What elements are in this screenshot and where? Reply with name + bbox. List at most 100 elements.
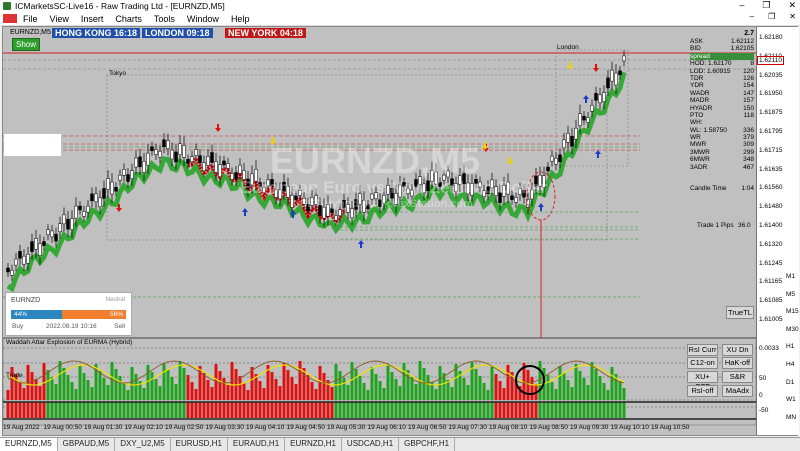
candle-body <box>170 149 174 160</box>
session-new-york: NEW YORK 04:18 <box>225 28 306 38</box>
time-axis-label: 19 Aug 06:50 <box>408 424 447 431</box>
histogram-bar-lower <box>254 402 258 418</box>
xu-plus-off-button[interactable]: XU+ OFF <box>687 371 718 391</box>
candle-body <box>62 214 66 225</box>
price-chart[interactable] <box>0 0 800 450</box>
candle-body <box>54 233 58 242</box>
histogram-bar-lower <box>378 402 382 418</box>
tokyo-box-label: Tokyo <box>109 70 126 77</box>
tab-gbpaud-m5[interactable]: GBPAUD,M5 <box>58 438 116 451</box>
histogram-bar-lower <box>582 402 586 418</box>
histogram-bar <box>242 383 246 400</box>
histogram-bar-lower <box>422 402 426 418</box>
tab-eurnzd-m5[interactable]: EURNZD,M5 <box>0 438 58 451</box>
candle-body <box>198 155 202 163</box>
candle-body <box>50 230 54 238</box>
tab-gbpchf-h1[interactable]: GBPCHF,H1 <box>399 438 456 451</box>
timeframe-d1[interactable]: D1 <box>786 379 794 386</box>
histogram-bar-lower <box>66 402 70 418</box>
histogram-bar <box>114 369 118 400</box>
histogram-bar <box>262 388 266 400</box>
info-row-key: 3MWR <box>690 148 710 156</box>
chart-symbol-label: EURNZD,M5 <box>10 29 51 36</box>
timeframe-h1[interactable]: H1 <box>786 343 794 350</box>
time-axis-label: 19 Aug 01:30 <box>84 424 123 431</box>
histogram-bar-lower <box>574 402 578 418</box>
histogram-bar <box>602 383 606 400</box>
timeframe-m1[interactable]: M1 <box>786 273 795 280</box>
timeframe-w1[interactable]: W1 <box>786 396 796 403</box>
hak-off-button[interactable]: HaK-off <box>722 357 753 369</box>
histogram-bar <box>106 385 110 400</box>
histogram-bar <box>506 365 510 400</box>
tab-eurusd-h1[interactable]: EURUSD,H1 <box>171 438 228 451</box>
candle-body <box>222 160 226 166</box>
histogram-bar-lower <box>266 402 270 418</box>
histogram-bar-lower <box>610 402 614 418</box>
tab-euraud-h1[interactable]: EURAUD,H1 <box>228 438 286 451</box>
rsi-off-button[interactable]: RsI-off <box>687 385 718 397</box>
info-row-key: LOD: 1.60915 <box>690 67 731 75</box>
info-row: 3MWR 299 <box>690 149 754 156</box>
info-row: WL: 1.58750 336 <box>690 127 754 134</box>
timeframe-m5[interactable]: M5 <box>786 291 795 298</box>
indicator-left-label: Trade <box>6 372 23 379</box>
timeframe-mn[interactable]: MN <box>786 414 796 421</box>
histogram-bar <box>250 367 254 400</box>
indicator-axis-label: 0.0033 <box>759 345 779 352</box>
timeframe-m30[interactable]: M30 <box>786 326 799 333</box>
histogram-bar <box>450 387 454 400</box>
sell-arrow-icon <box>215 124 221 132</box>
histogram-bar <box>486 390 490 400</box>
histogram-bar <box>190 382 194 400</box>
histogram-bar-lower <box>454 402 458 418</box>
truetl-button[interactable]: TrueTL <box>726 306 754 319</box>
info-row-value: 150 <box>743 104 754 112</box>
info-row-value: 467 <box>743 163 754 171</box>
c12-on-button[interactable]: C12-on <box>687 357 718 369</box>
indicator-title: Waddah Attar Explosion of EURMA (Hybrid) <box>6 339 133 346</box>
s-and-r-button[interactable]: S&R <box>722 371 753 383</box>
histogram-bar <box>162 363 166 400</box>
histogram-bar <box>378 381 382 400</box>
histogram-bar-lower <box>166 402 170 418</box>
tab-eurnzd-h1[interactable]: EURNZD,H1 <box>285 438 342 451</box>
time-axis-label: 19 Aug 05:30 <box>327 424 366 431</box>
show-button[interactable]: Show <box>12 38 40 51</box>
histogram-bar-lower <box>478 402 482 418</box>
histogram-bar <box>38 386 42 400</box>
histogram-bar <box>222 378 226 400</box>
price-axis-label: 1.62180 <box>759 34 783 41</box>
histogram-bar <box>434 389 438 400</box>
timeframe-h4[interactable]: H4 <box>786 361 794 368</box>
histogram-bar-lower <box>534 402 538 418</box>
tab-dxy-m5[interactable]: DXY_U2,M5 <box>115 438 171 451</box>
histogram-bar-lower <box>14 402 18 418</box>
watermark-description: European Euro vs New Zealand Dollar <box>240 178 548 197</box>
candle-body <box>78 205 82 211</box>
histogram-bar-lower <box>38 402 42 418</box>
histogram-bar <box>410 377 414 400</box>
info-row-value: 348 <box>743 156 754 164</box>
histogram-bar-lower <box>402 402 406 418</box>
histogram-bar-lower <box>70 402 74 418</box>
maadx-button[interactable]: MaAdx <box>722 385 753 397</box>
timeframe-m15[interactable]: M15 <box>786 308 799 315</box>
price-axis-label: 1.61005 <box>759 316 783 323</box>
candle-body <box>158 151 162 158</box>
histogram-bar-lower <box>498 402 502 418</box>
histogram-bar <box>282 363 286 400</box>
info-row-key: WR <box>690 134 701 142</box>
histogram-bar <box>350 362 354 400</box>
candle-body <box>214 161 218 173</box>
histogram-bar <box>374 374 378 400</box>
xu-dn-button[interactable]: XU Dn <box>722 344 753 356</box>
histogram-bar <box>382 388 386 400</box>
histogram-bar-lower <box>362 402 366 418</box>
rsi-curr-button[interactable]: RsI Curr <box>687 344 718 356</box>
candle-body <box>238 164 242 174</box>
histogram-bar-lower <box>510 402 514 418</box>
tab-usdcad-h1[interactable]: USDCAD,H1 <box>342 438 400 451</box>
candle-body <box>606 77 610 89</box>
histogram-bar-lower <box>522 402 526 418</box>
